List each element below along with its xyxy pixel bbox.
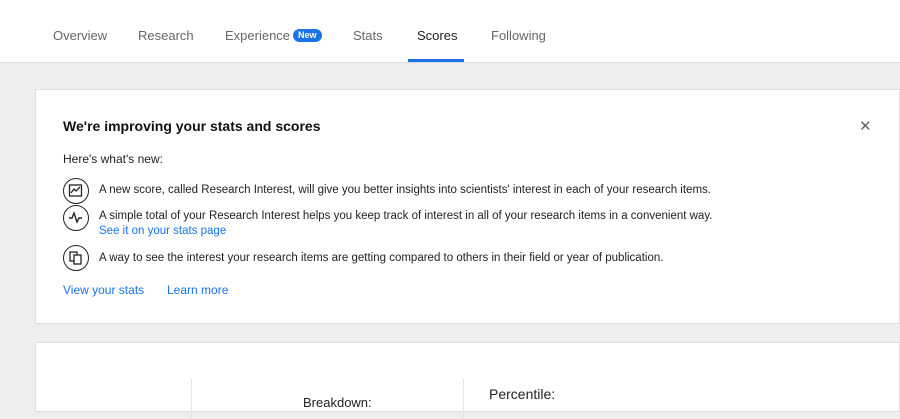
breakdown-label: Breakdown: [303,395,372,410]
feature-text-2: A simple total of your Research Interest… [99,210,713,222]
tab-research[interactable]: Research [138,0,194,62]
score-icon [63,178,89,204]
feature-text-1: A new score, called Research Interest, w… [99,184,711,196]
tab-scores[interactable]: Scores [417,0,457,62]
learn-more-link[interactable]: Learn more [167,283,228,297]
feature-text-3: A way to see the interest your research … [99,252,664,264]
scores-panel: Breakdown: Percentile: [35,342,900,419]
panel-divider [463,379,464,419]
active-tab-indicator [408,59,464,62]
view-stats-link[interactable]: View your stats [63,283,144,297]
tab-experience-label: Experience [225,28,291,43]
stats-page-link[interactable]: See it on your stats page [99,225,226,237]
new-badge: New [293,29,322,42]
panel-divider [191,379,192,419]
close-icon[interactable]: ✕ [859,119,872,135]
top-navigation: Overview Research Experience New Stats Sc… [0,0,900,63]
tab-following[interactable]: Following [491,0,546,62]
tab-stats[interactable]: Stats [353,0,383,62]
tab-overview[interactable]: Overview [53,0,107,62]
compare-icon [63,245,89,271]
card-title: We're improving your stats and scores [63,118,321,134]
card-subtitle: Here's what's new: [63,152,163,166]
tab-experience[interactable]: Experience New [225,0,322,62]
announcement-card: We're improving your stats and scores ✕ … [35,89,900,324]
pulse-icon [63,205,89,231]
